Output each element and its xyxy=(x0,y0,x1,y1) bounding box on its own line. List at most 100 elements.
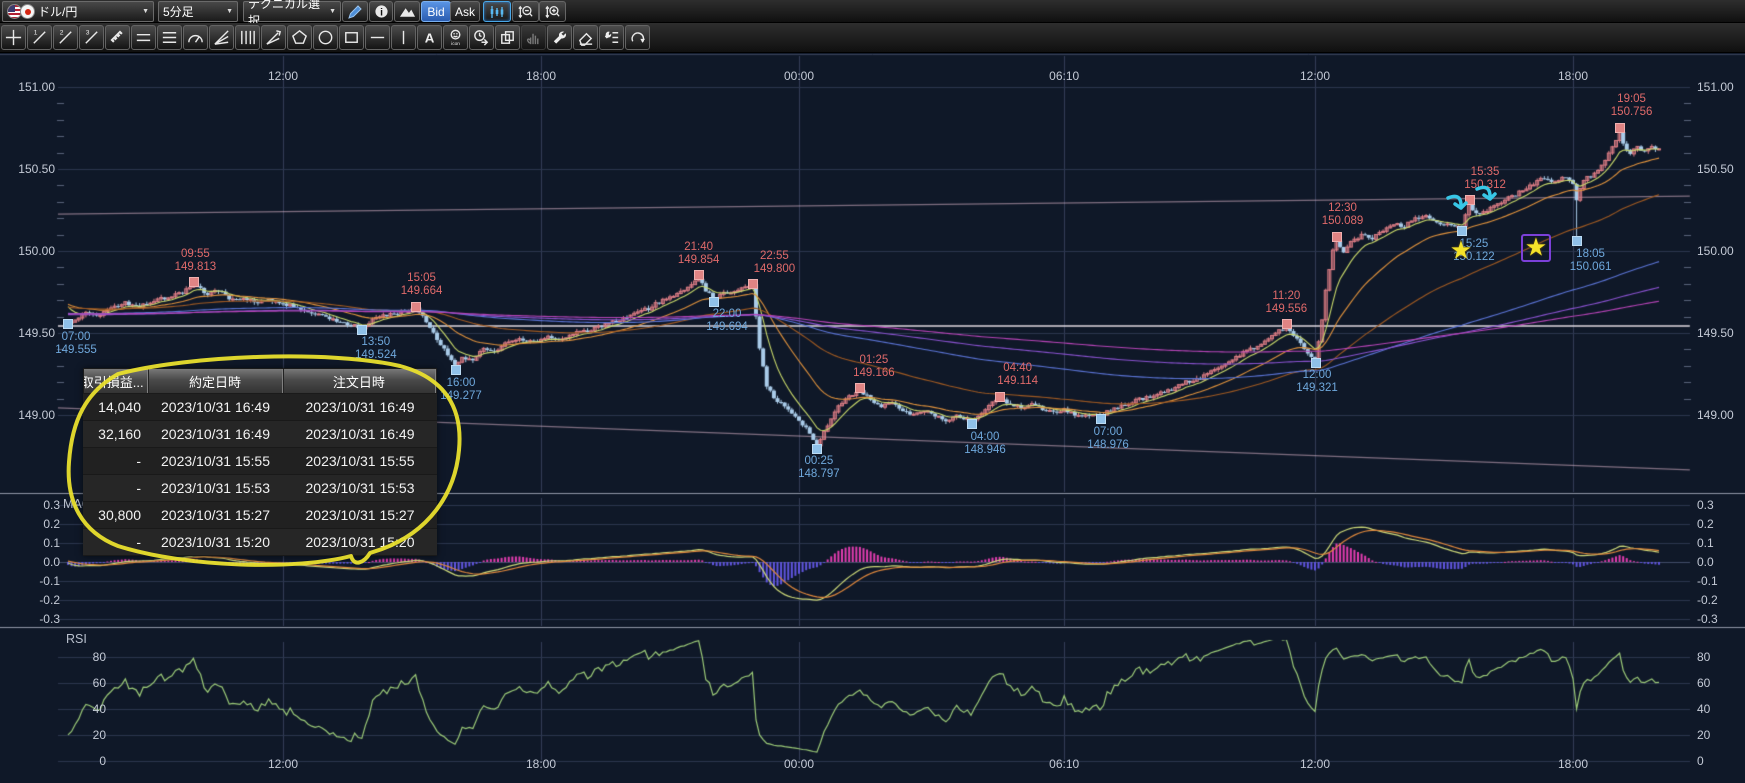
table-row[interactable]: -2023/10/31 15:552023/10/31 15:55 xyxy=(83,448,437,475)
bid-label: Bid xyxy=(427,5,444,19)
chart-annotation: 07:00149.555 xyxy=(55,331,97,357)
trendline-1-icon: 1 xyxy=(30,28,49,47)
tool-rectangle[interactable] xyxy=(339,25,364,50)
tool-crosshair[interactable] xyxy=(1,25,26,50)
rsi-axis-label: 0 xyxy=(1697,754,1704,768)
ask-button[interactable]: Ask xyxy=(450,1,480,22)
macd-axis-label: 0.3 xyxy=(20,498,60,512)
annotation-price: 149.524 xyxy=(355,349,397,362)
high-marker xyxy=(411,302,421,312)
draw-mode-button[interactable] xyxy=(342,1,368,22)
annotation-time: 21:40 xyxy=(678,241,720,254)
technical-select[interactable]: テクニカル選択 ▼ xyxy=(243,1,341,22)
tool-horizontal-line[interactable] xyxy=(365,25,390,50)
table-cell: - xyxy=(83,480,148,496)
tool-eraser[interactable] xyxy=(573,25,598,50)
time-axis-label-top: 00:00 xyxy=(784,69,814,83)
annotation-time: 12:30 xyxy=(1322,202,1364,215)
tool-trendline-1[interactable]: 1 xyxy=(27,25,52,50)
low-marker xyxy=(1311,358,1321,368)
fx-trading-app: ドル/円 ▼ 5分足 ▼ テクニカル選択 ▼ i Bid Ask xyxy=(0,0,1745,783)
annotation-price: 149.277 xyxy=(440,390,482,403)
tool-clear-all[interactable] xyxy=(625,25,650,50)
table-header-cell[interactable]: 注文日時 xyxy=(283,369,436,393)
tool-text[interactable]: A xyxy=(417,25,442,50)
currency-pair-select[interactable]: ドル/円 ▼ xyxy=(2,1,154,22)
annotation-price: 150.089 xyxy=(1322,215,1364,228)
tool-gauge[interactable] xyxy=(183,25,208,50)
tool-vertical-line[interactable] xyxy=(391,25,416,50)
annotation-time: 11:20 xyxy=(1266,290,1308,303)
three-horizontal-lines-icon xyxy=(160,28,179,47)
tool-vertical-lines[interactable] xyxy=(235,25,260,50)
tool-trendline-2[interactable]: 2 xyxy=(53,25,78,50)
high-marker xyxy=(1332,232,1342,242)
rsi-panel-label: RSI xyxy=(66,632,87,646)
trade-history-table[interactable]: 取引損益...約定日時注文日時14,0402023/10/31 16:49202… xyxy=(83,368,437,556)
annotation-price: 150.756 xyxy=(1611,106,1653,119)
tool-three-horizontal-lines[interactable] xyxy=(157,25,182,50)
table-cell: 32,160 xyxy=(83,426,148,442)
tool-icon-stamp[interactable]: icon xyxy=(443,25,468,50)
annotation-price: 149.694 xyxy=(706,321,748,334)
ellipse-icon xyxy=(316,28,335,47)
chart-annotation: 11:20149.556 xyxy=(1266,290,1308,316)
info-button[interactable]: i xyxy=(369,1,393,22)
trendline-2-icon: 2 xyxy=(56,28,75,47)
chart-style-button[interactable] xyxy=(394,1,420,22)
chart-annotation: 15:35150.312 xyxy=(1464,166,1506,192)
tool-trendline-3[interactable]: 3 xyxy=(79,25,104,50)
time-axis-label-bottom: 00:00 xyxy=(784,757,814,771)
tool-fibonacci-fan[interactable] xyxy=(261,25,286,50)
table-row[interactable]: -2023/10/31 15:532023/10/31 15:53 xyxy=(83,475,437,502)
vertical-lines-icon xyxy=(238,28,257,47)
annotation-price: 149.166 xyxy=(853,367,895,380)
table-row[interactable]: 32,1602023/10/31 16:492023/10/31 16:49 xyxy=(83,421,437,448)
tool-two-horizontal-lines[interactable] xyxy=(131,25,156,50)
candle-chart-button[interactable] xyxy=(483,1,511,22)
vertical-line-icon xyxy=(394,28,413,47)
macd-axis-label: 0.2 xyxy=(20,517,60,531)
rsi-axis-label: 80 xyxy=(66,650,106,664)
table-cell: 2023/10/31 16:49 xyxy=(148,399,283,415)
price-axis-label: 149.50 xyxy=(8,326,55,340)
table-row[interactable]: 30,8002023/10/31 15:272023/10/31 15:27 xyxy=(83,502,437,529)
high-marker xyxy=(995,392,1005,402)
zoom-in-button[interactable] xyxy=(539,1,566,22)
annotation-time: 15:05 xyxy=(401,272,443,285)
price-axis-label: 150.00 xyxy=(8,244,55,258)
time-axis-label-bottom: 18:00 xyxy=(1558,757,1588,771)
pencil-icon xyxy=(347,4,363,20)
table-cell: 2023/10/31 16:49 xyxy=(283,426,437,442)
timeframe-select[interactable]: 5分足 ▼ xyxy=(158,1,238,22)
table-row[interactable]: -2023/10/31 15:202023/10/31 15:20 xyxy=(83,529,437,556)
table-header-cell[interactable]: 取引損益... xyxy=(84,369,148,393)
tool-ellipse[interactable] xyxy=(313,25,338,50)
macd-axis-label: -0.2 xyxy=(1697,593,1718,607)
tool-settings-list[interactable] xyxy=(599,25,624,50)
annotation-time: 00:25 xyxy=(798,455,840,468)
high-marker xyxy=(748,279,758,289)
bid-button[interactable]: Bid xyxy=(421,1,451,22)
table-header-cell[interactable]: 約定日時 xyxy=(148,369,282,393)
macd-axis-label: 0.0 xyxy=(20,555,60,569)
horizontal-line-icon xyxy=(368,28,387,47)
table-row[interactable]: 14,0402023/10/31 16:492023/10/31 16:49 xyxy=(83,394,437,421)
time-axis-label-top: 18:00 xyxy=(1558,69,1588,83)
annotation-time: 18:05 xyxy=(1570,248,1612,261)
tool-fan-lines[interactable] xyxy=(209,25,234,50)
tool-wrench[interactable] xyxy=(547,25,572,50)
tool-copy[interactable] xyxy=(495,25,520,50)
tool-ruler[interactable] xyxy=(105,25,130,50)
annotation-price: 150.312 xyxy=(1464,179,1506,192)
tool-time-marker[interactable] xyxy=(469,25,494,50)
chart-annotation: 13:50149.524 xyxy=(355,336,397,362)
table-cell: 2023/10/31 15:27 xyxy=(283,507,437,523)
svg-text:i: i xyxy=(380,7,383,18)
table-cell: 2023/10/31 15:53 xyxy=(148,480,283,496)
tool-pentagon[interactable] xyxy=(287,25,312,50)
zoom-out-button[interactable] xyxy=(512,1,539,22)
drawing-toolbar: 123 Aicon xyxy=(0,23,1745,53)
macd-axis-label: -0.2 xyxy=(20,593,60,607)
macd-axis-label: 0.1 xyxy=(1697,536,1714,550)
